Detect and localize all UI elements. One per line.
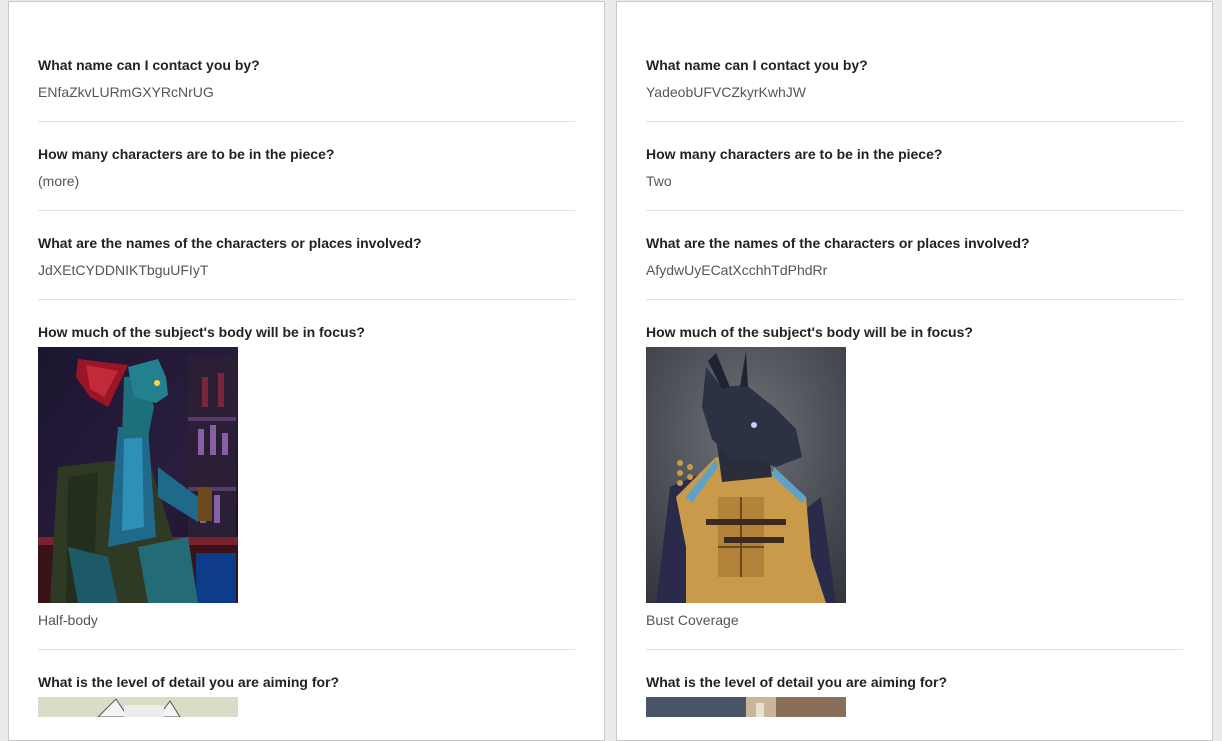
character-names-question: What are the names of the characters or …	[38, 235, 422, 251]
detail-example-image	[646, 697, 846, 717]
contact-name-answer: YadeobUFVCZkyrKwhJW	[646, 84, 807, 100]
commission-form-card-left: What name can I contact you by? ENfaZkvL…	[8, 1, 605, 741]
commission-form-card-right: What name can I contact you by? YadeobUF…	[616, 1, 1213, 741]
body-focus-answer: Half-body	[38, 612, 98, 628]
detail-example-image	[38, 697, 238, 717]
character-count-answer: Two	[646, 173, 672, 189]
divider	[646, 210, 1183, 211]
character-names-question: What are the names of the characters or …	[646, 235, 1030, 251]
character-count-question: How many characters are to be in the pie…	[646, 146, 943, 162]
divider	[38, 121, 575, 122]
divider	[38, 210, 575, 211]
divider	[38, 649, 575, 650]
body-focus-question: How much of the subject's body will be i…	[38, 324, 365, 340]
character-names-answer: JdXEtCYDDNIKTbguUFIyT	[38, 262, 209, 278]
character-count-question: How many characters are to be in the pie…	[38, 146, 335, 162]
character-names-answer: AfydwUyECatXcchhTdPhdRr	[646, 262, 828, 278]
half-body-example-image	[38, 347, 238, 603]
body-focus-answer: Bust Coverage	[646, 612, 739, 628]
contact-name-answer: ENfaZkvLURmGXYRcNrUG	[38, 84, 214, 100]
body-focus-question: How much of the subject's body will be i…	[646, 324, 973, 340]
bust-coverage-example-image	[646, 347, 846, 603]
detail-level-question: What is the level of detail you are aimi…	[38, 674, 340, 690]
divider	[38, 299, 575, 300]
divider	[646, 299, 1183, 300]
contact-name-question: What name can I contact you by?	[38, 57, 260, 73]
divider	[646, 121, 1183, 122]
divider	[646, 649, 1183, 650]
contact-name-question: What name can I contact you by?	[646, 57, 868, 73]
detail-level-question: What is the level of detail you are aimi…	[646, 674, 948, 690]
character-count-answer: (more)	[38, 173, 80, 189]
